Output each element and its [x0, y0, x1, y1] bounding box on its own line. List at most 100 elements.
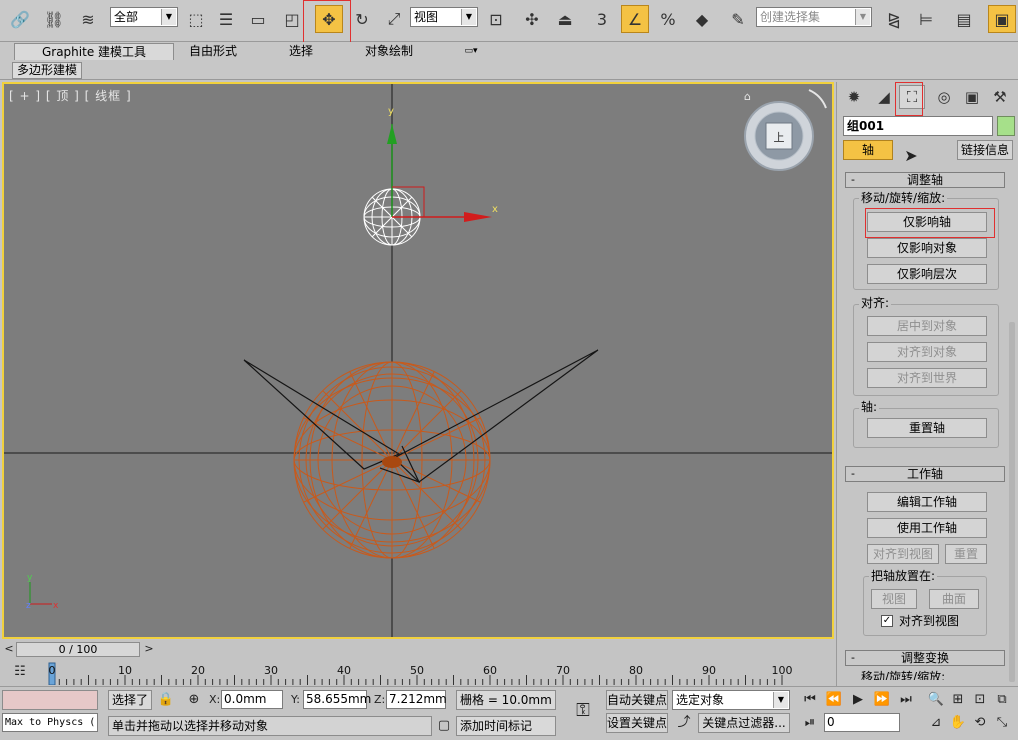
place-surface-button[interactable]: 曲面 — [929, 589, 979, 609]
named-selection-dropdown[interactable]: 创建选择集 ▼ — [756, 7, 872, 27]
key-filters-button[interactable]: 关键点过滤器... — [698, 713, 790, 733]
x-coordinate-input[interactable]: 0.0mm — [221, 690, 283, 709]
time-next-button[interactable]: > — [142, 642, 156, 657]
align-to-view-button[interactable]: 对齐到视图 — [867, 544, 939, 564]
select-manipulate-icon[interactable]: ✣ — [518, 5, 546, 33]
viewcube[interactable]: ⌂ 上 — [744, 89, 827, 171]
keyboard-shortcut-override-icon[interactable]: ⏏ — [551, 5, 579, 33]
current-frame-input[interactable]: 0 — [824, 713, 900, 732]
script-listener-input[interactable]: Max to Physcs ( — [2, 713, 98, 732]
chevron-down-icon: ▼ — [461, 9, 476, 25]
motion-tab-icon[interactable]: ◎ — [931, 85, 957, 109]
home-icon: ⌂ — [744, 90, 751, 103]
ribbon-options-icon[interactable]: ▭▾ — [458, 43, 484, 60]
edit-working-pivot-button[interactable]: 编辑工作轴 — [867, 492, 987, 512]
key-mode-dropdown[interactable]: 选定对象 ▼ — [672, 690, 790, 710]
select-by-name-icon[interactable]: ☰ — [212, 5, 240, 33]
set-key-curve-icon[interactable]: ⤴ — [674, 713, 694, 733]
tab-object-paint[interactable]: 对象绘制 — [354, 43, 424, 60]
maximize-viewport-icon[interactable]: ⤡ — [992, 713, 1012, 733]
adjust-pivot-rollout-header[interactable]: - 调整轴 — [845, 172, 1005, 188]
curve-editor-icon[interactable]: ☷ — [10, 662, 30, 682]
modify-tab-icon[interactable]: ◢ — [871, 85, 897, 109]
window-crossing-icon[interactable]: ◰ — [278, 5, 306, 33]
command-panel: ✹ ◢ ⛶ ◎ ▣ ⚒ 组001 轴 ➤ 链接信息 - 调整轴 移动/旋转/缩放… — [836, 82, 1018, 686]
graphite-toggle-icon[interactable]: ▣ — [988, 5, 1016, 33]
affect-object-only-button[interactable]: 仅影响对象 — [867, 238, 987, 258]
selection-filter-dropdown[interactable]: 全部 ▼ — [110, 7, 178, 27]
zoom-extents-all-icon[interactable]: ⧉ — [992, 690, 1012, 710]
place-view-button[interactable]: 视图 — [871, 589, 917, 609]
pivot-center-icon[interactable]: ⊡ — [482, 5, 510, 33]
key-mode-value: 选定对象 — [676, 693, 725, 707]
adjust-transform-rollout-header[interactable]: - 调整变换 — [845, 650, 1005, 666]
pan-icon[interactable]: ✋ — [948, 713, 968, 733]
key-icon[interactable]: ⚿ — [568, 701, 598, 721]
center-to-object-button[interactable]: 居中到对象 — [867, 316, 987, 336]
maxscript-mini-listener[interactable] — [2, 690, 98, 710]
play-icon[interactable]: ▶ — [848, 690, 868, 710]
go-to-end-icon[interactable]: ⏭ — [896, 690, 916, 710]
absolute-mode-icon[interactable]: ⊕ — [184, 690, 204, 710]
pivot-button[interactable]: 轴 — [843, 140, 893, 160]
link-icon[interactable]: 🔗 — [6, 5, 34, 33]
reset-pivot-button[interactable]: 重置轴 — [867, 418, 987, 438]
place-pivot-label: 把轴放置在: — [869, 569, 938, 583]
select-and-scale-icon[interactable]: ⤢ — [380, 5, 408, 33]
object-color-swatch[interactable] — [997, 116, 1015, 136]
use-working-pivot-button[interactable]: 使用工作轴 — [867, 518, 987, 538]
tab-freeform[interactable]: 自由形式 — [178, 43, 248, 60]
align-icon[interactable]: ⊨ — [912, 5, 940, 33]
zoom-all-icon[interactable]: ⊞ — [948, 690, 968, 710]
affect-hierarchy-only-button[interactable]: 仅影响层次 — [867, 264, 987, 284]
previous-frame-icon[interactable]: ⏪ — [824, 690, 844, 710]
top-viewport[interactable]: [ + ] [ 顶 ] [ 线框 ] y x y x z ⌂ 上 — [2, 82, 834, 639]
add-time-tag[interactable]: 添加时间标记 — [456, 716, 556, 736]
time-prev-button[interactable]: < — [2, 642, 16, 657]
ruler-tick-label: 20 — [191, 664, 205, 677]
next-frame-icon[interactable]: ⏩ — [872, 690, 892, 710]
key-mode-toggle-icon[interactable]: ⏯ — [800, 713, 820, 733]
orbit-icon[interactable]: ⟲ — [970, 713, 990, 733]
zoom-extents-icon[interactable]: ⊡ — [970, 690, 990, 710]
subtab-polygon-modeling[interactable]: 多边形建模 — [12, 62, 83, 79]
ref-coord-dropdown[interactable]: 视图 ▼ — [410, 7, 478, 27]
create-tab-icon[interactable]: ✹ — [841, 85, 867, 109]
display-tab-icon[interactable]: ▣ — [959, 85, 985, 109]
angle-snap-icon[interactable]: ∠ — [621, 5, 649, 33]
mirror-icon[interactable]: ⧎ — [880, 5, 908, 33]
lock-icon[interactable]: 🔒 — [156, 690, 176, 710]
align-to-view-checkbox[interactable]: ✓ — [881, 615, 893, 627]
object-name-field[interactable]: 组001 — [843, 116, 993, 136]
edit-named-selection-icon[interactable]: ✎ — [724, 5, 752, 33]
bind-space-warp-icon[interactable]: ≋ — [74, 5, 102, 33]
time-tag-icon[interactable]: ▢ — [434, 716, 454, 736]
unlink-icon[interactable]: ⛓ — [40, 5, 68, 33]
zoom-icon[interactable]: 🔍 — [926, 690, 946, 710]
select-and-rotate-icon[interactable]: ↻ — [348, 5, 376, 33]
tab-graphite-modeling[interactable]: Graphite 建模工具 — [14, 43, 174, 60]
working-pivot-rollout-header[interactable]: - 工作轴 — [845, 466, 1005, 482]
rectangular-selection-icon[interactable]: ▭ — [244, 5, 272, 33]
reset-button[interactable]: 重置 — [945, 544, 987, 564]
align-to-world-button[interactable]: 对齐到世界 — [867, 368, 987, 388]
link-info-button[interactable]: 链接信息 — [957, 140, 1013, 160]
field-of-view-icon[interactable]: ⊿ — [926, 713, 946, 733]
y-coordinate-input[interactable]: 58.655mm — [303, 690, 371, 709]
orbit-arc-icon — [808, 89, 827, 109]
go-to-start-icon[interactable]: ⏮ — [800, 690, 820, 710]
command-panel-scrollbar[interactable] — [1009, 322, 1015, 682]
utilities-tab-icon[interactable]: ⚒ — [987, 85, 1013, 109]
snap-toggle-icon[interactable]: 3 — [588, 5, 616, 33]
tab-selection[interactable]: 选择 — [276, 43, 326, 60]
z-coordinate-input[interactable]: 7.212mm — [386, 690, 447, 709]
set-key-button[interactable]: 设置关键点 — [606, 713, 668, 733]
align-to-object-button[interactable]: 对齐到对象 — [867, 342, 987, 362]
spinner-snap-icon[interactable]: ◆ — [688, 5, 716, 33]
time-slider[interactable]: 0 / 100 — [16, 642, 140, 657]
select-object-icon[interactable]: ⬚ — [182, 5, 210, 33]
percent-snap-icon[interactable]: % — [654, 5, 682, 33]
track-bar-ruler[interactable]: 0 10 20 30 40 50 60 70 80 90 100 — [40, 661, 836, 685]
auto-key-button[interactable]: 自动关键点 — [606, 690, 668, 710]
layer-manager-icon[interactable]: ▤ — [950, 5, 978, 33]
